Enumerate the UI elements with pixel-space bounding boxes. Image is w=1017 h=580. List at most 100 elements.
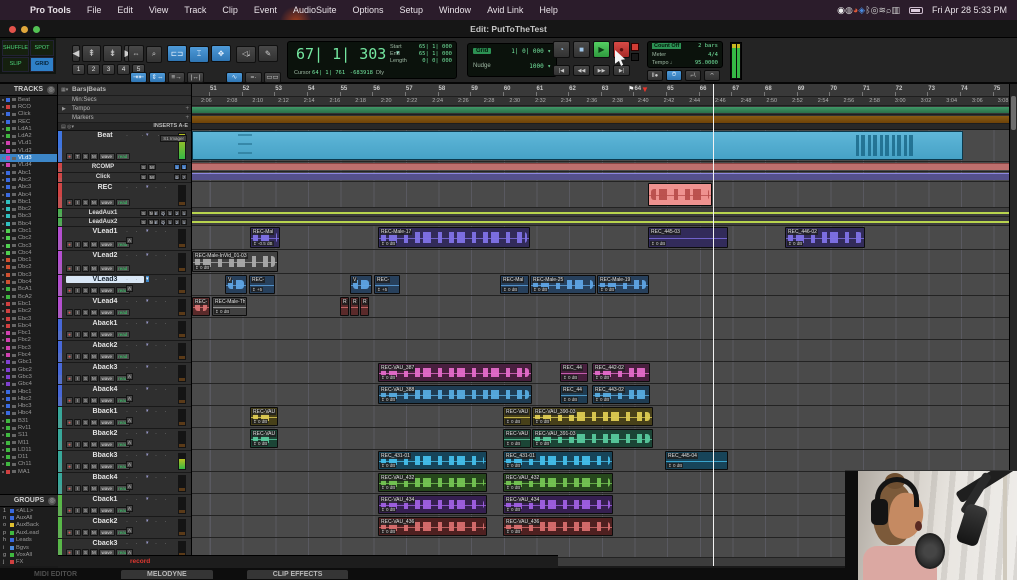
input-monitor-button[interactable]: I <box>74 397 81 404</box>
mirrored-editing-button[interactable]: =· <box>245 72 262 83</box>
menu-clip[interactable]: Clip <box>214 5 246 15</box>
mute-button[interactable]: M <box>90 463 98 470</box>
record-enable-button[interactable]: ● <box>66 397 73 404</box>
track-controls-cback1[interactable]: Cback1▾●ISMwaveread· · · · ·A <box>58 495 191 517</box>
record-enable-button[interactable]: ● <box>66 309 73 316</box>
clip-rec-vau-432[interactable]: REC-VAU_432↥ 0 dB <box>503 473 613 492</box>
track-view-selector[interactable]: wave <box>99 529 115 536</box>
link-timeline-button[interactable]: ∿ <box>226 72 243 83</box>
clip-rec-male-invid-01-03[interactable]: REC-Male-InVid_01-03↥ 0 dB <box>192 251 278 272</box>
solo-button[interactable]: S <box>82 485 89 492</box>
sidebar-track-hbc3[interactable]: Hbc3 <box>0 402 57 409</box>
app-circle-icon[interactable]: ◍ <box>845 5 853 15</box>
insert-slot[interactable]: 1 <box>167 210 173 216</box>
tab-clip-effects[interactable]: CLIP EFFECTS <box>247 570 349 579</box>
track-controls-vlead1[interactable]: VLead1▾●ISMwaveread· · · · ·A <box>58 227 191 251</box>
groups-menu-icon[interactable]: ◎ <box>48 497 56 505</box>
sidebar-track-gbc2[interactable]: Gbc2 <box>0 366 57 373</box>
insert-slot[interactable]: E <box>153 210 159 216</box>
ruler-name-minsecs[interactable]: Min:Secs <box>58 96 191 105</box>
mute-button[interactable]: M <box>90 153 98 160</box>
solo-button[interactable]: S <box>82 309 89 316</box>
go-to-end-button[interactable]: ▶| <box>613 65 630 76</box>
sidebar-track-vld2[interactable]: VLd2 <box>0 147 57 154</box>
lane-aback4[interactable]: REC-VAU_388↥ 0 dBREC_44↥ 0 dBREC_443-02↥… <box>192 384 1009 406</box>
sidebar-track-abc1[interactable]: Abc1 <box>0 169 57 176</box>
track-view-selector[interactable]: wave <box>99 397 115 404</box>
tempo-expand-arrow[interactable]: ▶ <box>62 106 66 112</box>
record-enable-button[interactable]: ● <box>66 441 73 448</box>
playback-marker-icon[interactable]: ▼ <box>641 85 649 94</box>
sidebar-track-cbc1[interactable]: Cbc1 <box>0 227 57 234</box>
track-controls-bback2[interactable]: Bback2▾●ISMwaveread· · · · ·A <box>58 429 191 451</box>
selector-tool[interactable]: ⌶ <box>189 46 209 63</box>
input-monitor-button[interactable]: I <box>74 375 81 382</box>
menu-file[interactable]: File <box>79 5 110 15</box>
clip-gain-label[interactable]: ↥ 0 dB <box>667 463 683 469</box>
zoom-preset-3[interactable]: 3 <box>102 64 115 75</box>
clip-gain-label[interactable]: ↥ 0 dB <box>380 485 396 491</box>
record-enable-button[interactable]: ● <box>66 419 73 426</box>
menu-view[interactable]: View <box>141 5 176 15</box>
tab-midi-editor[interactable]: MIDI EDITOR <box>24 570 87 579</box>
group-fx[interactable]: jFX <box>0 559 58 566</box>
track-view-selector[interactable]: wave <box>99 507 115 514</box>
bars-beats-ruler[interactable]: 5152535455565758596061626364656667686970… <box>192 84 1009 97</box>
sidebar-track-lda1[interactable]: LdA1 <box>0 125 57 132</box>
count-off-toggle[interactable]: Count Off <box>652 43 681 49</box>
track-name[interactable]: Click <box>68 173 138 182</box>
full-width-clip[interactable] <box>192 173 1009 180</box>
tracks-menu-icon[interactable]: ◎ <box>47 86 55 94</box>
mute-button[interactable]: M <box>90 441 98 448</box>
grabber-tool[interactable]: ✥ <box>211 45 231 62</box>
clip-r[interactable]: R <box>360 297 369 316</box>
solo-button[interactable]: S <box>82 241 89 248</box>
clip-rec-vau[interactable]: REC-VAU↥ 0 dB <box>250 429 278 448</box>
sidebar-track-fbc3[interactable]: Fbc3 <box>0 344 57 351</box>
ruler-name-tempo[interactable]: ▶Tempo+ <box>58 105 191 114</box>
track-controls-bback1[interactable]: Bback1▾●ISMwaveread· · · · ·A <box>58 407 191 429</box>
record-enable-button[interactable]: ● <box>66 287 73 294</box>
menu-bar-clock[interactable]: Fri Apr 28 5:33 PM <box>932 5 1007 15</box>
clip-gain-label[interactable]: ↥ 0 dB <box>505 507 521 513</box>
play-button[interactable]: ▶ <box>593 41 610 58</box>
lane-beat[interactable] <box>192 130 1009 162</box>
record-enable-button[interactable]: ● <box>66 529 73 536</box>
scrollbar-thumb[interactable] <box>1011 96 1016 130</box>
mute-button[interactable]: M <box>90 397 98 404</box>
lane-vlead3[interactable]: VREC-↥ +5VREC-↥ +5REC-Mal↥ 0 dBREC-Male-… <box>192 274 1009 296</box>
track-view-selector[interactable]: wave <box>99 353 115 360</box>
clip-r[interactable]: R <box>340 297 349 316</box>
record-enable-button[interactable]: ● <box>66 507 73 514</box>
mode-slip-button[interactable]: SLIP <box>2 57 29 73</box>
track-view-selector[interactable]: wave <box>99 375 115 382</box>
clip-rec-443-02[interactable]: REC_443-02↥ 0 dB <box>592 385 650 404</box>
clip-rec-mal[interactable]: REC-Mal↥ 0 dB <box>500 275 529 294</box>
clip-rec-446-02[interactable]: REC_446-02↥ 0 dB <box>785 227 865 248</box>
menu-edit[interactable]: Edit <box>109 5 141 15</box>
min-secs-ruler[interactable]: 2:062:082:102:122:142:162:182:202:222:24… <box>192 97 1009 106</box>
clip-gain-label[interactable]: ↥ +5 <box>376 287 388 293</box>
sidebar-track-ebc2[interactable]: Ebc2 <box>0 308 57 315</box>
control-center-icon[interactable]: ▥ <box>891 5 900 15</box>
clip-rec-vau[interactable]: REC-VAU↥ 0 dB <box>503 429 531 448</box>
lane-aback2[interactable] <box>192 340 1009 362</box>
automation-mode-button[interactable]: read <box>116 309 130 316</box>
clip-rec-vau-434[interactable]: REC-VAU_434↥ 0 dB <box>378 495 487 514</box>
clip-rec[interactable] <box>648 183 712 206</box>
insert-slot[interactable]: 1 <box>181 164 187 170</box>
group-all[interactable]: 1<ALL> <box>0 507 58 514</box>
menu-avid-link[interactable]: Avid Link <box>479 5 531 15</box>
mute-button[interactable]: M <box>90 485 98 492</box>
zoom-left-arrow[interactable]: ◀ <box>72 45 80 62</box>
mode-shuffle-button[interactable]: SHUFFLE <box>2 40 29 56</box>
playhead-line[interactable] <box>713 84 714 566</box>
menu-help[interactable]: Help <box>531 5 566 15</box>
track-controls-vlead3[interactable]: VLead3▾●ISMwaveread· · · · ·A <box>58 275 191 297</box>
track-view-selector[interactable]: wave <box>99 441 115 448</box>
clip-gain-label[interactable]: ↥ 0 dB <box>252 419 268 425</box>
conductor-button[interactable]: 𝄐 <box>704 70 720 81</box>
sidebar-track-cbc3[interactable]: Cbc3 <box>0 242 57 249</box>
automation-line[interactable] <box>192 212 1009 214</box>
clip-rec-male-th[interactable]: REC-Male-Th↥ 0 dB <box>212 297 247 316</box>
